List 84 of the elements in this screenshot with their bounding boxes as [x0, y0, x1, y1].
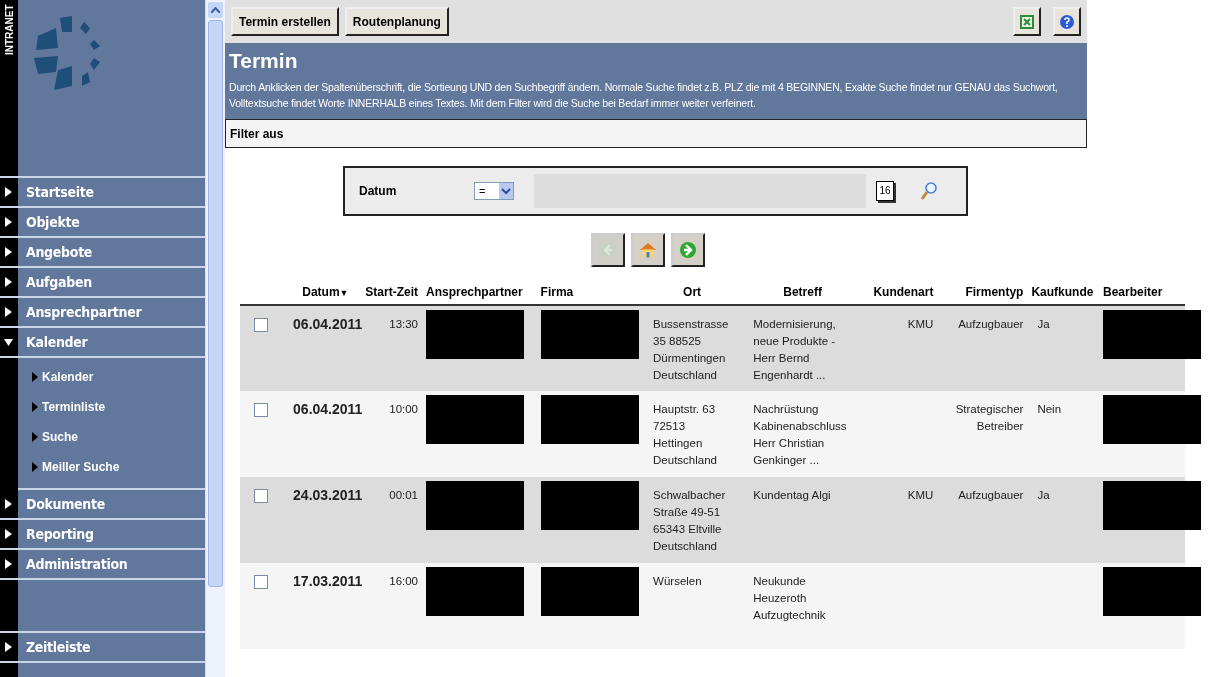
table-cell: KMU: [907, 489, 934, 501]
search-icon[interactable]: [920, 181, 938, 201]
dropdown-icon: [499, 183, 513, 199]
table-cell-text: Schwalbacher Straße 49-51 65343 Eltville Deutschland: [653, 488, 727, 554]
table-cell: 17.03.2011: [293, 573, 363, 589]
expand-arrow-icon: [4, 559, 13, 569]
toolbar-button[interactable]: Routenplanung: [344, 7, 449, 36]
filter-status: Filter aus: [230, 126, 284, 141]
expand-arrow-icon: [4, 217, 13, 227]
toolbar-button[interactable]: Termin erstellen: [231, 7, 339, 36]
table-cell: 06.04.2011: [293, 401, 363, 417]
scrollbar[interactable]: [205, 0, 225, 677]
description-text: Durch Anklicken der Spaltenüberschrift, die Sortieung UND den Suchbegriff ändern. Normale Suche findet z.B. PLZ die mit 4 BEGINNEN, Exakte Suche findet nur GENAU das Suchwort, Volltextsuche findet Worte INNERHALB eines Textes. Mit dem Filter wird die Suche bei Bedarf immer weiter verfeinert.: [229, 80, 1059, 111]
arrow-icon: [32, 432, 38, 442]
table-cell-text: Bussenstrasse 35 88525 Dürmentingen Deutschland: [653, 317, 730, 383]
expand-arrow-icon: [4, 187, 13, 197]
menu-label: Reporting: [26, 526, 94, 542]
row-checkbox[interactable]: [254, 489, 268, 503]
menu-label: Objekte: [26, 214, 80, 230]
table-cell: Ja: [1037, 489, 1050, 501]
menu-item[interactable]: Startseite: [0, 176, 205, 208]
arrow-icon: [32, 402, 38, 412]
expand-arrow-icon: [4, 642, 13, 652]
submenu-label: Suche: [42, 430, 78, 444]
table-cell-text: Strategischer Betreiber: [954, 402, 1024, 434]
page-title: Termin: [229, 49, 299, 73]
arrow-icon: [32, 372, 38, 382]
calendar-button[interactable]: 16: [876, 181, 894, 201]
table-cell: 06.04.2011: [293, 316, 363, 332]
next-button[interactable]: [671, 233, 705, 267]
submenu-item[interactable]: Kalender: [32, 362, 205, 392]
table-cell-text: Nachrüstung Kabinenabschluss Herr Christian Genkinger ...: [753, 402, 848, 468]
spreadsheet-icon: [1019, 13, 1035, 30]
brand-label: INTRANET: [3, 4, 15, 57]
menu-label: Aufgaben: [26, 274, 92, 290]
submenu-item[interactable]: Suche: [32, 422, 205, 452]
menu-label: Angebote: [26, 244, 93, 260]
menu-label: Dokumente: [26, 496, 105, 512]
operator-select[interactable]: =: [474, 182, 514, 200]
excel-export-button[interactable]: [1013, 7, 1041, 36]
table-cell: 00:01: [389, 489, 418, 501]
table-cell-text: Aufzugbauer: [957, 488, 1024, 503]
menu-label: Kalender: [26, 334, 88, 350]
submenu-label: Meiller Suche: [42, 460, 120, 474]
table-cell-text: Würselen: [653, 574, 703, 589]
menu-label: Administration: [26, 556, 128, 572]
table-cell-text: Aufzugbauer: [957, 317, 1024, 332]
expand-arrow-icon: [4, 499, 13, 509]
row-checkbox[interactable]: [254, 575, 268, 589]
scroll-up-button[interactable]: [208, 2, 223, 18]
table-cell: 13:30: [389, 318, 418, 330]
help-button[interactable]: [1053, 7, 1081, 36]
table-cell-text: Neukunde Heuzeroth Aufzugtechnik: [753, 574, 827, 623]
table-cell: 16:00: [389, 575, 418, 587]
table-cell: KMU: [907, 318, 934, 330]
expand-arrow-icon: [4, 277, 13, 287]
expand-arrow-icon: [4, 307, 13, 317]
collapse-arrow-icon: [4, 337, 13, 347]
submenu-label: Kalender: [42, 370, 94, 384]
menu-label: Ansprechpartner: [26, 304, 142, 320]
help-icon: [1059, 13, 1075, 30]
table-cell: 24.03.2011: [293, 487, 363, 503]
table-cell-text: Modernisierung, neue Produkte - Herr Bernd Engenhardt ...: [753, 317, 837, 383]
scroll-thumb[interactable]: [208, 20, 223, 587]
expand-arrow-icon: [4, 529, 13, 539]
table-cell-text: Hauptstr. 63 72513 Hettingen Deutschland: [653, 402, 718, 468]
menu-item[interactable]: Zeitleiste: [0, 631, 205, 663]
menu-label: Zeitleiste: [26, 639, 91, 655]
table-cell: Ja: [1037, 318, 1050, 330]
submenu-label: Terminliste: [42, 400, 106, 414]
table-cell: Nein: [1037, 403, 1062, 415]
table-cell: 10:00: [389, 403, 418, 415]
filter-bar[interactable]: Filter aus: [225, 119, 1087, 148]
table-cell-text: Kundentag Algi: [753, 488, 832, 503]
menu-label: Startseite: [26, 184, 94, 200]
home-button[interactable]: [631, 233, 665, 267]
row-checkbox[interactable]: [254, 318, 268, 332]
row-checkbox[interactable]: [254, 403, 268, 417]
house-icon: [639, 241, 657, 259]
submenu-item[interactable]: Terminliste: [32, 392, 205, 422]
submenu-item[interactable]: Meiller Suche: [32, 452, 205, 482]
expand-arrow-icon: [4, 247, 13, 257]
arrow-icon: [32, 462, 38, 472]
filter-label: Datum: [359, 184, 398, 198]
